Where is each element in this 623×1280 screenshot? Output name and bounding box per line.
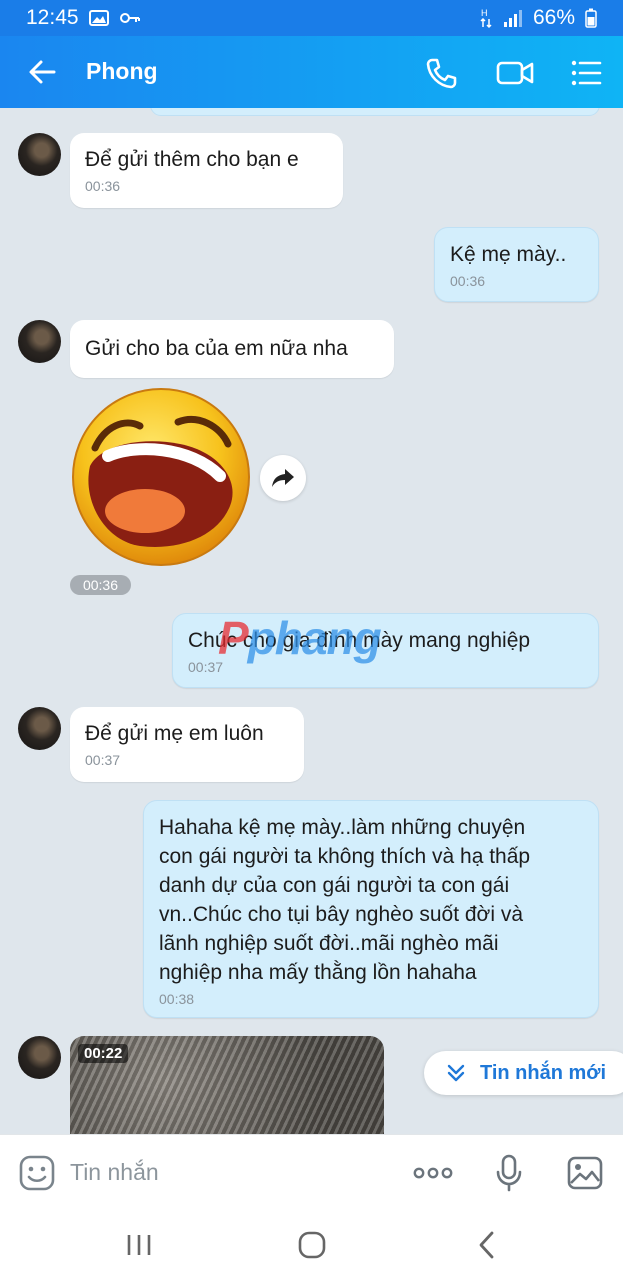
contact-avatar[interactable]: [18, 707, 61, 750]
sticker-time: 00:36: [70, 575, 131, 595]
message-time: 00:37: [85, 752, 121, 768]
menu-list-icon[interactable]: [569, 56, 603, 90]
video-duration: 00:22: [78, 1044, 129, 1063]
message-text: Hahaha kệ mẹ mày..làm những chuyện con g…: [159, 816, 531, 984]
contact-avatar[interactable]: [18, 1036, 61, 1079]
battery-icon: [585, 8, 597, 28]
message-time: 00:36: [85, 178, 121, 194]
message-bubble-incoming[interactable]: Gửi cho ba của em nữa nha: [70, 320, 394, 378]
recent-apps-icon[interactable]: [121, 1227, 157, 1263]
video-message-thumbnail[interactable]: 00:22: [70, 1036, 384, 1134]
svg-text:H: H: [481, 8, 488, 18]
message-input-bar: Tin nhắn: [0, 1134, 623, 1211]
forward-arrow-icon: [272, 469, 294, 487]
contact-avatar[interactable]: [18, 320, 61, 363]
new-messages-label: Tin nhắn mới: [480, 1061, 607, 1084]
previous-message-edge: [150, 108, 600, 116]
key-notification-icon: [119, 13, 140, 23]
data-signal-icon: H: [480, 8, 492, 29]
phone-call-icon[interactable]: [424, 56, 458, 90]
contact-avatar[interactable]: [18, 133, 61, 176]
message-text: Để gửi mẹ em luôn: [85, 722, 264, 745]
status-time: 12:45: [26, 6, 79, 29]
message-bubble-outgoing[interactable]: Hahaha kệ mẹ mày..làm những chuyện con g…: [143, 800, 599, 1018]
more-options-icon[interactable]: [412, 1154, 454, 1192]
cell-signal-icon: [503, 10, 522, 27]
chat-header: Phong: [0, 36, 623, 108]
new-messages-button[interactable]: Tin nhắn mới: [424, 1051, 623, 1095]
watermark-logo: Pphang: [218, 612, 382, 664]
gallery-notification-icon: [88, 10, 109, 26]
message-time: 00:38: [159, 991, 195, 1007]
message-bubble-incoming[interactable]: Để gửi mẹ em luôn 00:37: [70, 707, 304, 782]
video-call-icon[interactable]: [495, 56, 535, 90]
share-forward-button[interactable]: [260, 455, 306, 501]
image-gallery-icon[interactable]: [566, 1154, 604, 1192]
message-text: Kệ mẹ mày..: [450, 243, 567, 266]
message-bubble-incoming[interactable]: Để gửi thêm cho bạn e 00:36: [70, 133, 343, 208]
laughing-emoji-sticker[interactable]: [70, 386, 252, 568]
contact-name[interactable]: Phong: [86, 58, 158, 85]
message-time: 00:36: [450, 273, 486, 289]
chat-area[interactable]: Để gửi thêm cho bạn e 00:36 Kệ mẹ mày.. …: [0, 108, 623, 1134]
home-button-icon[interactable]: [294, 1227, 330, 1263]
microphone-icon[interactable]: [490, 1154, 528, 1192]
battery-level: 66%: [532, 6, 575, 29]
message-text: Gửi cho ba của em nữa nha: [85, 337, 348, 360]
system-navigation-bar: [0, 1210, 623, 1280]
message-bubble-outgoing[interactable]: Kệ mẹ mày.. 00:36: [434, 227, 599, 302]
status-bar: 12:45 H 66%: [0, 0, 623, 36]
back-button-icon[interactable]: [470, 1227, 506, 1263]
back-arrow-icon[interactable]: [26, 56, 58, 88]
message-input[interactable]: Tin nhắn: [70, 1159, 159, 1186]
message-text: Để gửi thêm cho bạn e: [85, 148, 299, 171]
double-chevron-down-icon: [447, 1064, 465, 1082]
emoji-sticker-icon[interactable]: [18, 1154, 56, 1192]
